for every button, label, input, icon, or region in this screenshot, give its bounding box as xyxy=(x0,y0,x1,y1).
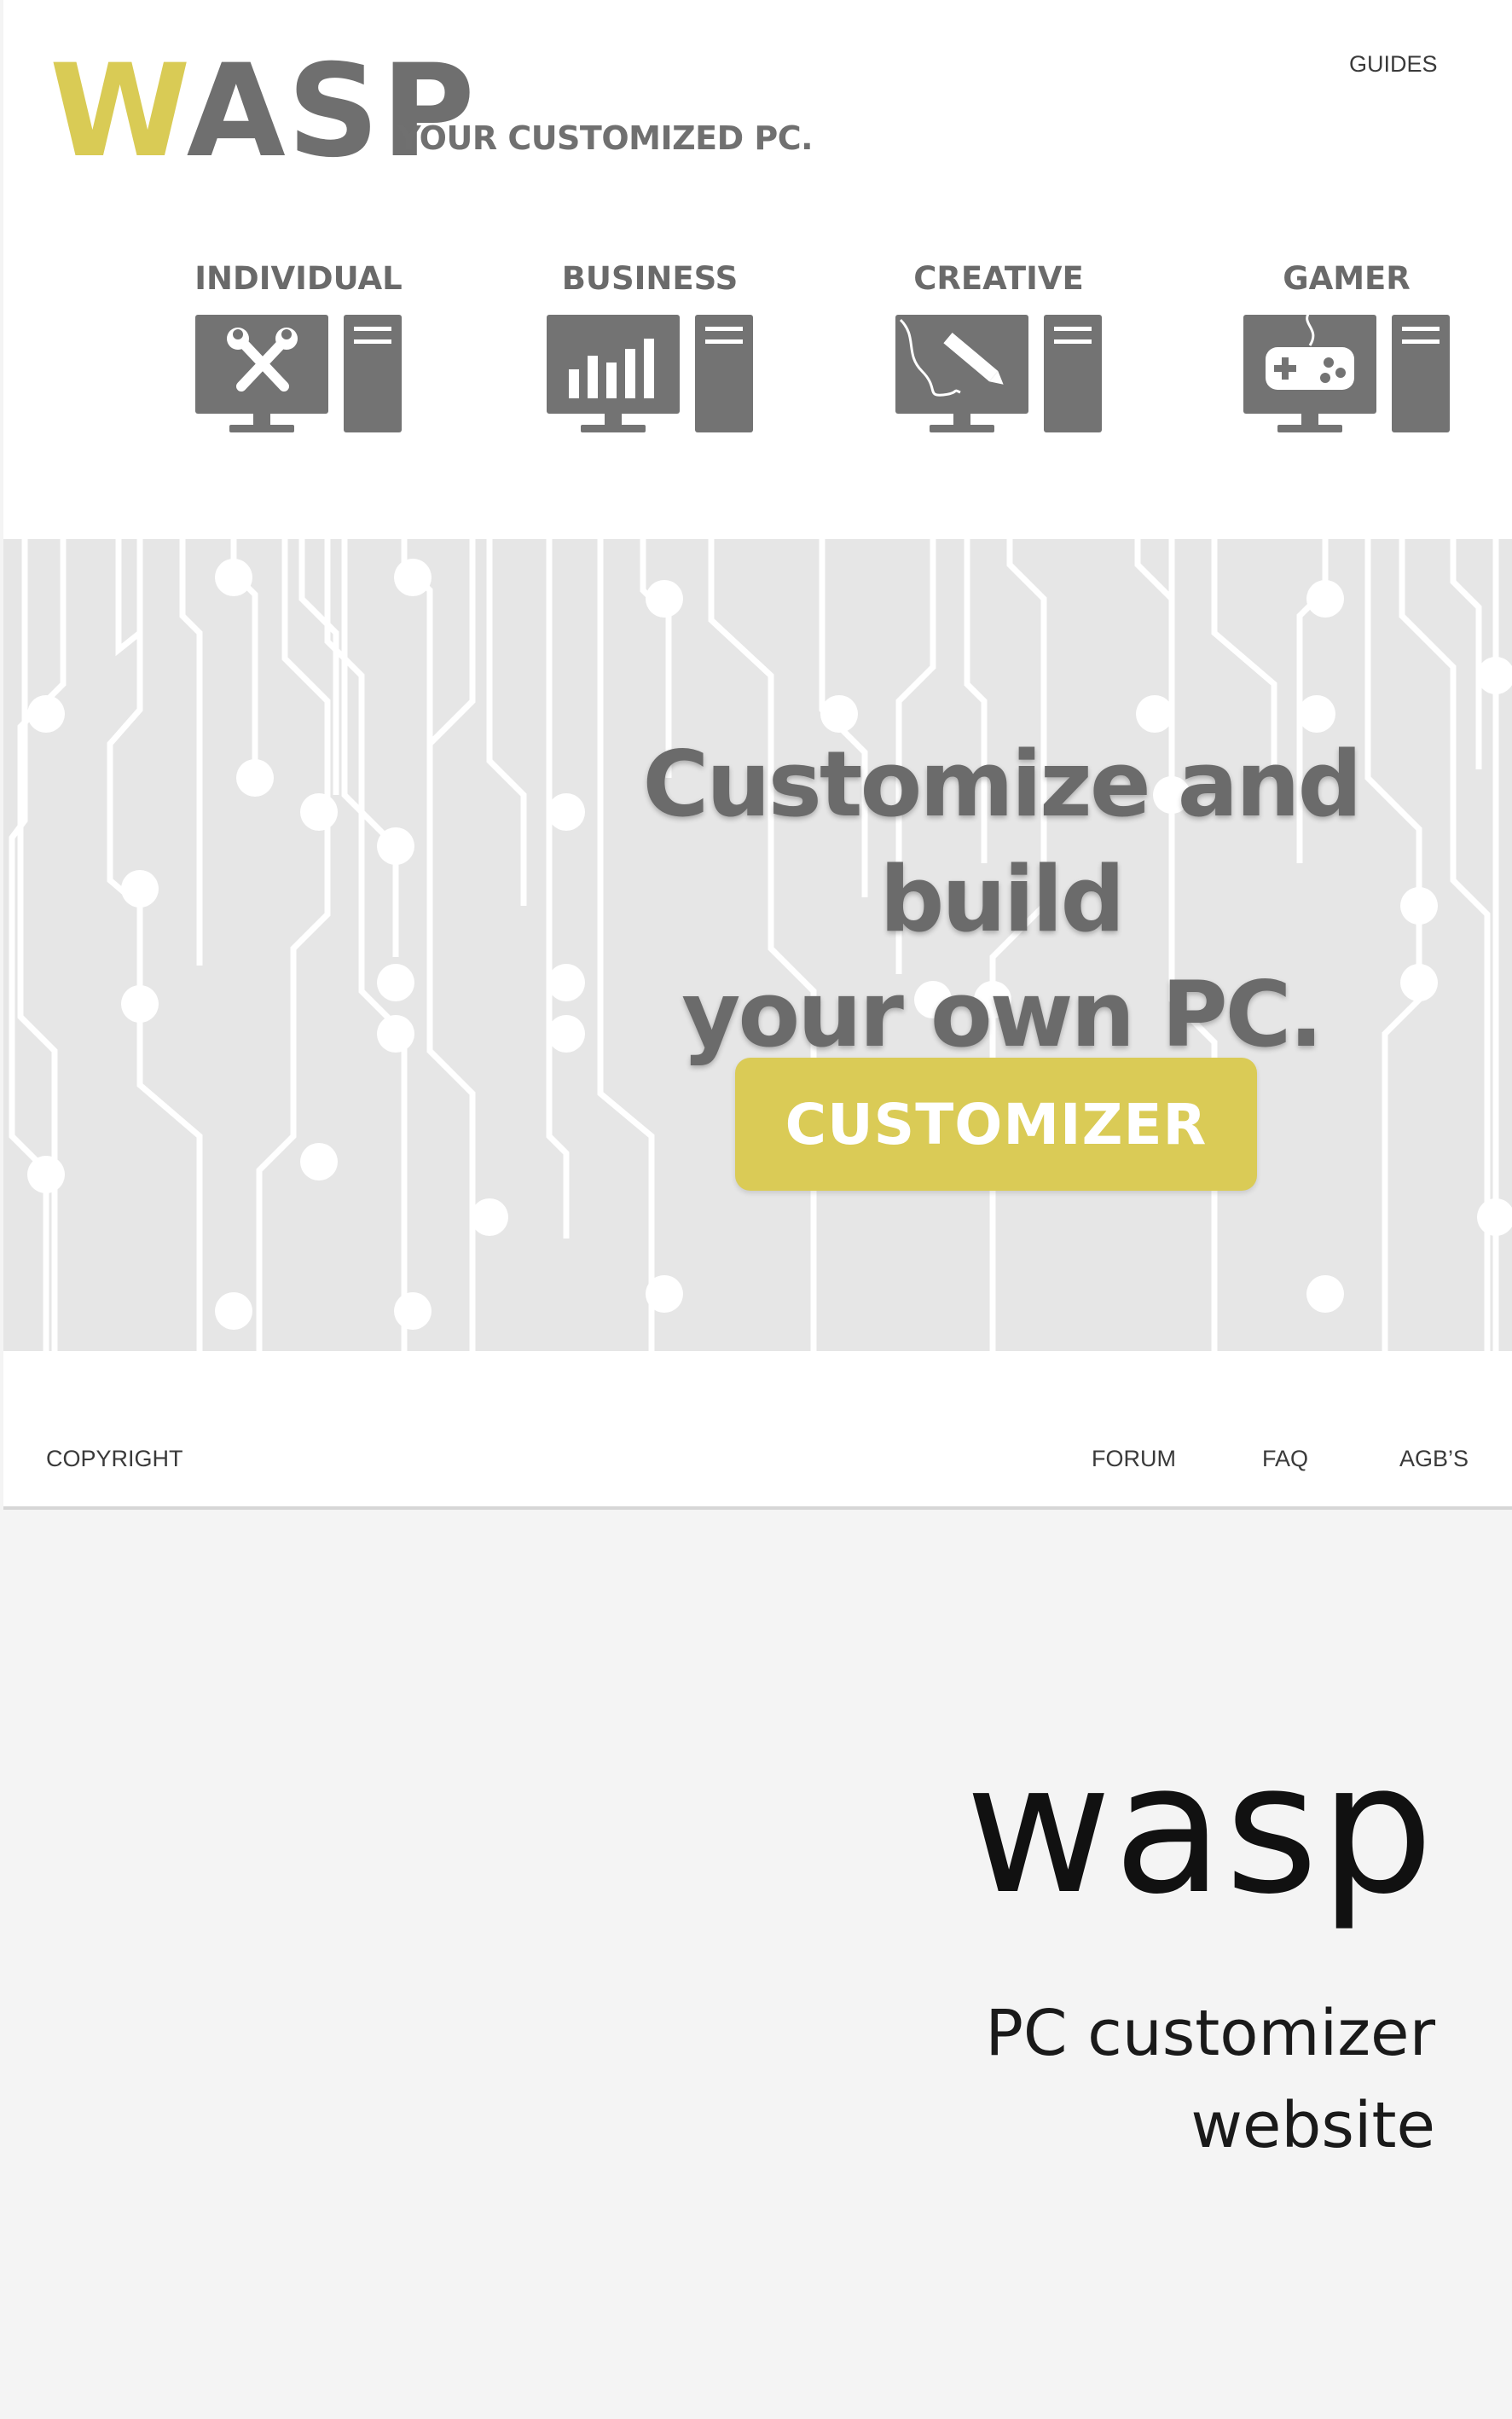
customizer-button[interactable]: CUSTOMIZER xyxy=(735,1058,1257,1191)
hero-title-line2: your own PC. xyxy=(681,962,1323,1067)
hero-title: Customize and build your own PC. xyxy=(532,727,1470,1072)
nav-guides-link[interactable]: GUIDES xyxy=(1349,51,1438,78)
gamepad-icon xyxy=(1243,311,1450,432)
footer-agb-link[interactable]: AGB’S xyxy=(1399,1446,1469,1472)
footer-forum-link[interactable]: FORUM xyxy=(1092,1446,1176,1472)
category-label: GAMER xyxy=(1283,260,1411,297)
category-gamer[interactable]: GAMER xyxy=(1202,260,1492,435)
brand-description-line2: website xyxy=(1190,2089,1435,2162)
brand-wordmark: wasp xyxy=(965,1725,1435,1934)
tagline: YOUR CUSTOMIZED PC. xyxy=(397,119,814,157)
brand-description: PC customizer website xyxy=(668,1987,1435,2172)
pen-icon xyxy=(895,315,1102,432)
hero-banner: Customize and build your own PC. CUSTOMI… xyxy=(3,539,1512,1351)
category-label: CREATIVE xyxy=(913,260,1084,297)
category-label: BUSINESS xyxy=(561,260,739,297)
footer-faq-link[interactable]: FAQ xyxy=(1262,1446,1308,1472)
hero-title-line1: Customize and build xyxy=(642,732,1363,952)
tools-icon xyxy=(195,315,402,432)
website-mockup: WASP YOUR CUSTOMIZED PC. GUIDES INDIVIDU… xyxy=(3,0,1512,1510)
bar-chart-icon xyxy=(547,315,753,432)
category-individual[interactable]: INDIVIDUAL xyxy=(154,260,443,435)
brand-description-line1: PC customizer xyxy=(985,1997,1435,2070)
category-business[interactable]: BUSINESS xyxy=(505,260,795,435)
category-creative[interactable]: CREATIVE xyxy=(854,260,1144,435)
footer-copyright-link[interactable]: COPYRIGHT xyxy=(46,1446,183,1472)
category-label: INDIVIDUAL xyxy=(194,260,403,297)
